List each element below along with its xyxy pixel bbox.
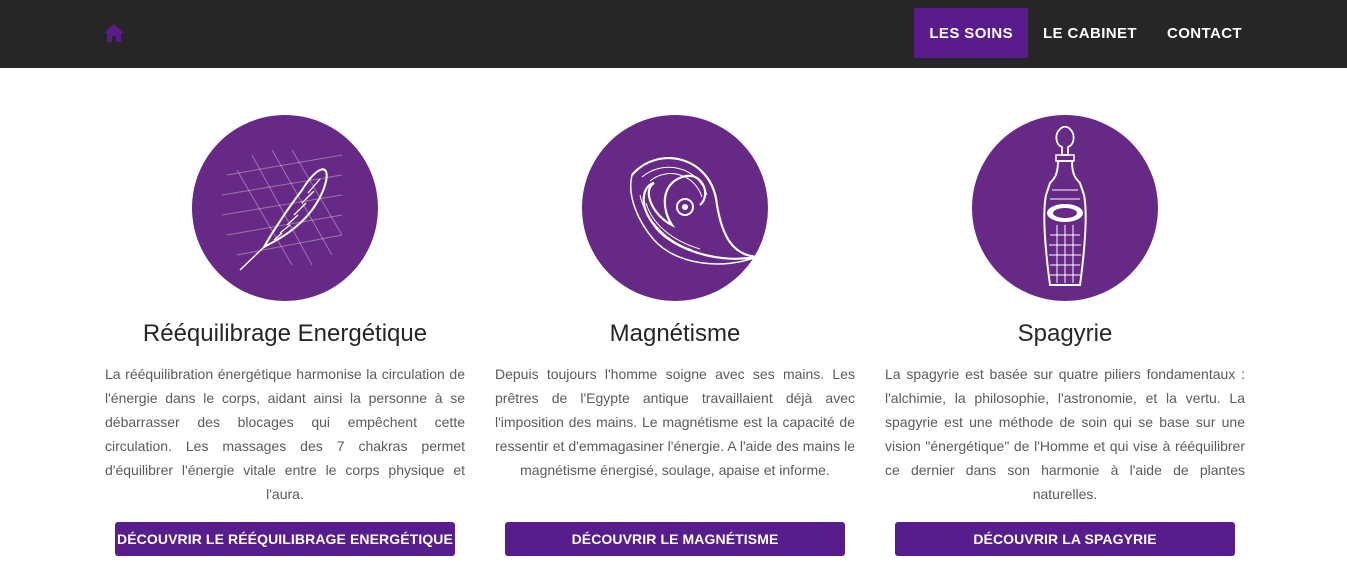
nav-les-soins[interactable]: LES SOINS (914, 8, 1028, 58)
feather-icon (192, 115, 378, 301)
card-description: La rééquilibration énergétique harmonise… (105, 366, 465, 502)
discover-reequilibrage-button[interactable]: DÉCOUVRIR LE RÉÉQUILIBRAGE ENERGÉTIQUE (115, 522, 455, 556)
service-card-spagyrie: Spagyrie La spagyrie est basée sur quatr… (885, 68, 1245, 579)
card-description: Depuis toujours l'homme soigne avec ses … (495, 366, 855, 478)
main-nav: LES SOINS LE CABINET CONTACT (914, 8, 1257, 58)
discover-spagyrie-button[interactable]: DÉCOUVRIR LA SPAGYRIE (895, 522, 1235, 556)
services-section: Rééquilibrage Energétique La rééquilibra… (0, 68, 1347, 579)
top-navbar: LES SOINS LE CABINET CONTACT (0, 0, 1347, 68)
service-card-magnetisme: Magnétisme Depuis toujours l'homme soign… (495, 68, 855, 579)
discover-magnetisme-button[interactable]: DÉCOUVRIR LE MAGNÉTISME (505, 522, 845, 556)
wave-spiral-icon (582, 115, 768, 301)
card-title: Rééquilibrage Energétique (142, 320, 428, 347)
nav-le-cabinet[interactable]: LE CABINET (1028, 8, 1152, 58)
bottle-icon (972, 115, 1158, 301)
card-title: Spagyrie (1017, 320, 1113, 347)
service-card-reequilibrage: Rééquilibrage Energétique La rééquilibra… (105, 68, 465, 579)
card-description: La spagyrie est basée sur quatre piliers… (885, 366, 1245, 502)
home-icon[interactable] (103, 23, 125, 43)
card-title: Magnétisme (609, 320, 741, 347)
nav-contact[interactable]: CONTACT (1152, 8, 1257, 58)
